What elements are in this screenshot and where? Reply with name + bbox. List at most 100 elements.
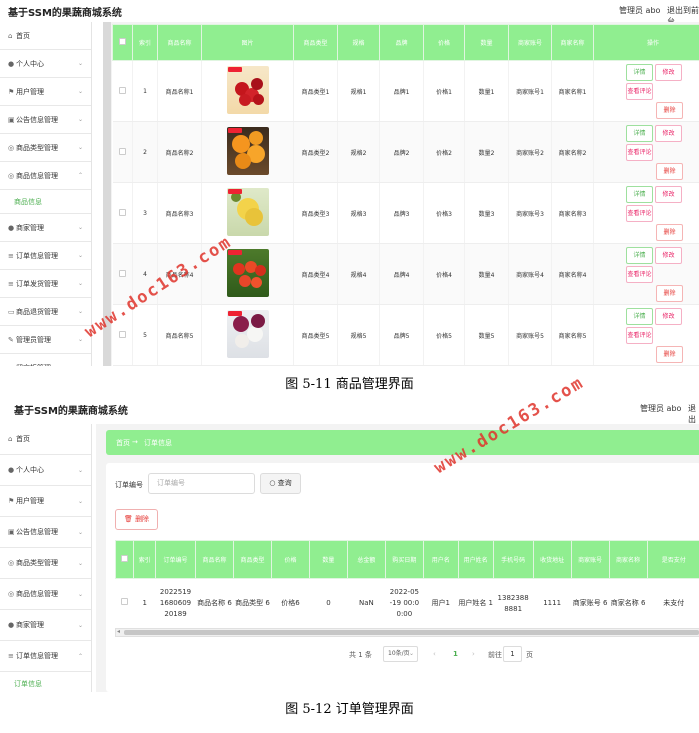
row-checkbox[interactable] bbox=[118, 330, 126, 338]
column-header-label: 价格 bbox=[437, 40, 450, 47]
horizontal-scrollbar[interactable]: ◂ bbox=[115, 628, 699, 637]
sidebar-item[interactable]: ▭留言板管理 ⌄ bbox=[0, 354, 91, 366]
sidebar-item[interactable]: ● 商家管理 ⌄ bbox=[0, 214, 91, 242]
column-header-label: 总金额 bbox=[357, 557, 376, 564]
figure-caption-1: 图 5-11 商品管理界面 bbox=[285, 377, 414, 392]
select-all-header[interactable] bbox=[114, 540, 135, 579]
sidebar-item[interactable]: ⌂ 首页 bbox=[0, 424, 91, 455]
sidebar-item[interactable]: ● 个人中心 ⌄ bbox=[0, 455, 91, 486]
sidebar-item[interactable]: ⌂ 首页 bbox=[0, 22, 91, 50]
cell-price: 价格1 bbox=[423, 60, 465, 122]
row-checkbox[interactable] bbox=[118, 208, 126, 216]
sidebar-item[interactable]: ◎ 商品信息管理 ⌃ bbox=[0, 162, 91, 190]
delete-button[interactable]: 删除 bbox=[656, 223, 683, 241]
edit-button[interactable]: 修改 bbox=[655, 185, 682, 203]
sidebar-subitem-active[interactable]: 订单信息 bbox=[0, 672, 91, 692]
pager-goto-input[interactable]: 1 bbox=[503, 646, 522, 662]
sidebar-subitem-active[interactable]: 商品信息 bbox=[0, 190, 91, 214]
cell-quantity: 数量3 bbox=[464, 182, 509, 244]
detail-button[interactable]: 详情 bbox=[626, 185, 653, 203]
cell-phone: 1382388 8881 bbox=[493, 578, 534, 629]
column-header: 索引 bbox=[133, 540, 157, 579]
page-size-select[interactable]: 10条/页 ⌄ bbox=[383, 646, 418, 662]
delete-button[interactable]: 删除 bbox=[656, 345, 683, 363]
query-button[interactable]: ○ 查询 bbox=[260, 473, 301, 494]
edit-button[interactable]: 修改 bbox=[655, 246, 682, 264]
table-header-row: 索引 商品名称 图片 商品类型 规格 品牌 价格 数量 商家账号 商家名称 操作 bbox=[112, 24, 699, 61]
sidebar-item[interactable]: ⚑ 用户管理 ⌄ bbox=[0, 486, 91, 517]
flag-icon: ⚑ bbox=[8, 88, 15, 96]
sidebar-item-label: 用户管理 bbox=[16, 88, 44, 96]
review-button[interactable]: 查看评论 bbox=[626, 82, 653, 100]
delete-button[interactable]: 删除 bbox=[656, 162, 683, 180]
select-all-checkbox[interactable] bbox=[121, 555, 129, 562]
detail-button[interactable]: 详情 bbox=[626, 307, 653, 325]
delete-button[interactable]: 删除 bbox=[656, 101, 683, 119]
review-button[interactable]: 查看评论 bbox=[626, 265, 653, 283]
cell-brand: 品牌5 bbox=[379, 304, 424, 366]
pager-next-button[interactable]: › bbox=[472, 650, 475, 658]
edit-button[interactable]: 修改 bbox=[655, 63, 682, 81]
product-table: 索引 商品名称 图片 商品类型 规格 品牌 价格 数量 商家账号 商家名称 操作 1 商品名称1 商品类… bbox=[112, 24, 699, 366]
cell-actions: 详情 修改查看评论删除 bbox=[593, 243, 699, 305]
sidebar-item[interactable]: ◎ 商品类型管理 ⌄ bbox=[0, 548, 91, 579]
column-header: 商家名称 bbox=[608, 540, 648, 579]
cell-merchant-name: 商家名称4 bbox=[551, 243, 594, 305]
row-checkbox[interactable] bbox=[118, 147, 126, 155]
row-checkbox[interactable] bbox=[118, 269, 126, 277]
pager-current-page[interactable]: 1 bbox=[453, 650, 458, 658]
breadcrumb-home[interactable]: 首页 bbox=[116, 438, 130, 448]
sidebar-item[interactable]: ◎ 商品类型管理 ⌄ bbox=[0, 134, 91, 162]
row-checkbox-cell[interactable] bbox=[112, 182, 133, 244]
row-checkbox[interactable] bbox=[121, 598, 129, 605]
delete-button[interactable]: 删除 bbox=[656, 284, 683, 302]
sidebar-item-label: 商品信息管理 bbox=[16, 172, 58, 180]
column-header: 价格 bbox=[270, 540, 310, 579]
delete-button[interactable]: 🗑 删除 bbox=[115, 509, 158, 530]
sidebar-item[interactable]: ◎ 商品信息管理 ⌄ bbox=[0, 579, 91, 610]
scroll-left-icon[interactable]: ◂ bbox=[117, 628, 120, 635]
sidebar-item-label: 用户管理 bbox=[16, 497, 44, 505]
admin-user-label: 管理员 abo bbox=[640, 404, 682, 413]
column-header-label: 图片 bbox=[241, 40, 254, 47]
row-checkbox-cell[interactable] bbox=[115, 578, 134, 629]
detail-button[interactable]: 详情 bbox=[626, 63, 653, 81]
select-all-header[interactable] bbox=[112, 24, 133, 61]
column-header-label: 收货地址 bbox=[540, 557, 565, 564]
flag-icon: ⚑ bbox=[8, 497, 15, 505]
detail-button[interactable]: 详情 bbox=[626, 246, 653, 264]
column-header-label: 数量 bbox=[322, 557, 335, 564]
row-checkbox-cell[interactable] bbox=[112, 60, 133, 122]
sidebar-item[interactable]: ● 商家管理 ⌄ bbox=[0, 610, 91, 641]
sidebar-item[interactable]: ⚑ 用户管理 ⌄ bbox=[0, 78, 91, 106]
review-button[interactable]: 查看评论 bbox=[626, 143, 653, 161]
detail-button[interactable]: 详情 bbox=[626, 124, 653, 142]
user-icon: ● bbox=[8, 60, 15, 68]
chevron-down-icon: ⌄ bbox=[78, 354, 83, 366]
cell-product-type: 商品类型4 bbox=[293, 243, 338, 305]
sidebar-item[interactable]: ≡ 订单信息管理 ⌄ bbox=[0, 242, 91, 270]
breadcrumb: 首页 → 订单信息 bbox=[106, 430, 699, 455]
sidebar-item[interactable]: ≡ 订单信息管理 ⌃ bbox=[0, 641, 91, 672]
sidebar-item[interactable]: ≡ 订单发货管理 ⌄ bbox=[0, 270, 91, 298]
review-button[interactable]: 查看评论 bbox=[626, 326, 653, 344]
review-button[interactable]: 查看评论 bbox=[626, 204, 653, 222]
edit-button[interactable]: 修改 bbox=[655, 124, 682, 142]
sidebar-item[interactable]: ▭商品退货管理 ⌄ bbox=[0, 298, 91, 326]
order-number-input[interactable]: 订单编号 bbox=[148, 473, 255, 494]
sidebar-item[interactable]: ▣公告信息管理 ⌄ bbox=[0, 106, 91, 134]
cell-actions: 详情 修改查看评论删除 bbox=[593, 60, 699, 122]
column-header-label: 商家账号 bbox=[517, 40, 542, 47]
pager-prev-button[interactable]: ‹ bbox=[433, 650, 436, 658]
sidebar-item[interactable]: ▣公告信息管理 ⌄ bbox=[0, 517, 91, 548]
sidebar-item[interactable]: ✎ 管理员管理 ⌄ bbox=[0, 326, 91, 354]
select-all-checkbox[interactable] bbox=[119, 38, 126, 45]
main-content: 首页 → 订单信息 订单编号 订单编号 ○ 查询 🗑 删除 索引 订单编号 商品名称… bbox=[96, 424, 699, 692]
edit-button[interactable]: 修改 bbox=[655, 307, 682, 325]
scrollbar-thumb[interactable] bbox=[124, 630, 699, 635]
sidebar-item[interactable]: ● 个人中心 ⌄ bbox=[0, 50, 91, 78]
chevron-down-icon: ⌄ bbox=[77, 529, 83, 536]
column-header: 商品类型 bbox=[293, 24, 338, 61]
row-checkbox-cell[interactable] bbox=[112, 121, 133, 183]
row-checkbox[interactable] bbox=[118, 86, 126, 94]
